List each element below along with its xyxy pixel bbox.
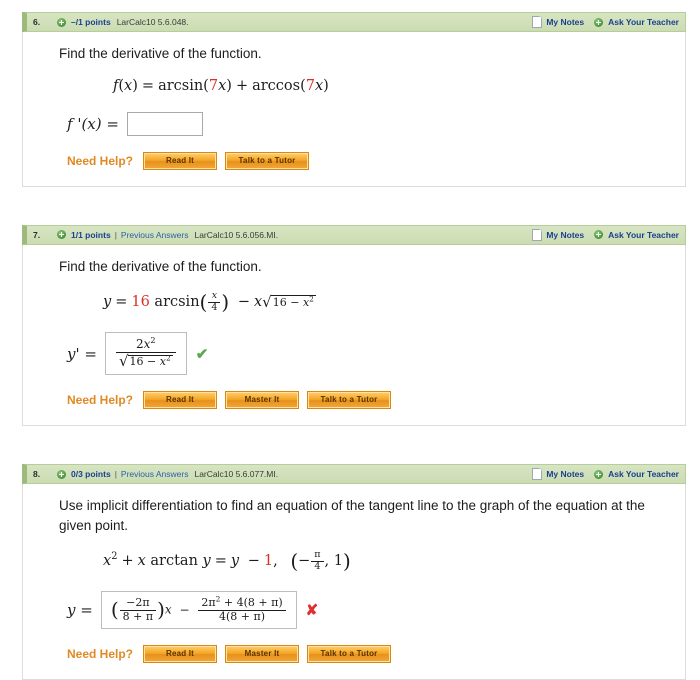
separator: | xyxy=(114,469,117,480)
given-point: (− π 4, 1) xyxy=(290,549,351,574)
circle-plus-icon[interactable] xyxy=(57,230,66,240)
problem-number: 6. xyxy=(33,17,41,27)
question-prompt: Find the derivative of the function. xyxy=(59,258,262,274)
answer-row-6: f '(x) = xyxy=(67,111,671,136)
master-it-button[interactable]: Master It xyxy=(225,645,300,664)
read-it-button[interactable]: Read It xyxy=(143,645,218,664)
question-prompt: Find the derivative of the function. xyxy=(59,46,262,61)
need-help-label: Need Help? xyxy=(67,393,134,408)
problem-8: 8. 0/3 points | Previous Answers LarCalc… xyxy=(22,464,686,680)
need-help-8: Need Help? Read It Master It Talk to a T… xyxy=(67,645,671,664)
question-id: LarCalc10 5.6.048. xyxy=(116,17,189,27)
previous-answers-link[interactable]: Previous Answers xyxy=(121,469,189,479)
circle-plus-icon[interactable] xyxy=(57,469,66,479)
talk-to-a-tutor-button[interactable]: Talk to a Tutor xyxy=(307,391,392,410)
problem-7: 7. 1/1 points | Previous Answers LarCalc… xyxy=(22,224,686,427)
my-notes-link[interactable]: My Notes xyxy=(546,17,584,27)
coefficient-value: 7 xyxy=(208,77,219,94)
problem-header-right-7: My Notes Ask Your Teacher xyxy=(532,228,679,241)
circle-plus-icon[interactable] xyxy=(57,17,66,27)
answer-expression: (−2π 8 + π)x − 2π2 + 4(8 + π) 4(8 + π) xyxy=(111,596,287,623)
problem-header-right-6: My Notes Ask Your Teacher xyxy=(532,16,679,28)
points-label: 0/3 points xyxy=(71,469,111,480)
problem-header-right-8: My Notes Ask Your Teacher xyxy=(532,468,679,481)
ask-your-teacher-link[interactable]: Ask Your Teacher xyxy=(608,17,679,27)
my-notes-link[interactable]: My Notes xyxy=(546,230,584,240)
ask-your-teacher-link[interactable]: Ask Your Teacher xyxy=(608,230,679,240)
problem-body-6: Find the derivative of the function. f(x… xyxy=(22,32,686,187)
problem-header-8: 8. 0/3 points | Previous Answers LarCalc… xyxy=(22,464,686,485)
points-label: –/1 points xyxy=(71,17,111,27)
question-prompt: Use implicit differentiation to find an … xyxy=(59,498,645,533)
separator: | xyxy=(114,229,117,240)
answer-input[interactable]: 2x2 √16 − x2 xyxy=(104,332,187,376)
problem-header-left-6: 6. –/1 points LarCalc10 5.6.048. xyxy=(27,17,532,27)
previous-answers-link[interactable]: Previous Answers xyxy=(121,230,189,240)
problem-header-6: 6. –/1 points LarCalc10 5.6.048. My Note… xyxy=(22,12,686,32)
problem-body-7: Find the derivative of the function. y = 1… xyxy=(22,244,686,427)
assignment-page: 6. –/1 points LarCalc10 5.6.048. My Note… xyxy=(0,0,700,680)
note-page-icon[interactable] xyxy=(532,228,543,241)
question-id: LarCalc10 5.6.056.MI. xyxy=(194,229,279,240)
answer-label: y' = xyxy=(67,344,97,363)
need-help-label: Need Help? xyxy=(67,647,134,662)
equation-display-6: f(x) = arcsin(7x) + arccos(7x) xyxy=(113,77,329,94)
incorrect-cross-icon: ✘ xyxy=(305,602,319,620)
read-it-button[interactable]: Read It xyxy=(143,391,218,410)
ask-your-teacher-link[interactable]: Ask Your Teacher xyxy=(608,469,679,479)
need-help-6: Need Help? Read It Talk to a Tutor xyxy=(67,151,671,170)
answer-input[interactable]: (−2π 8 + π)x − 2π2 + 4(8 + π) 4(8 + π) xyxy=(100,591,297,630)
coefficient-value: 16 xyxy=(131,294,150,311)
answer-label: f '(x) = xyxy=(67,114,119,133)
problem-body-8: Use implicit differentiation to find an … xyxy=(22,484,686,680)
need-help-7: Need Help? Read It Master It Talk to a T… xyxy=(67,391,671,410)
equation-display-7: y = 16 arcsin(x 4) − x√16 − x2 xyxy=(103,290,316,315)
problem-number: 7. xyxy=(33,229,41,240)
talk-to-a-tutor-button[interactable]: Talk to a Tutor xyxy=(307,645,392,664)
problem-6: 6. –/1 points LarCalc10 5.6.048. My Note… xyxy=(22,12,686,187)
problem-header-left-7: 7. 1/1 points | Previous Answers LarCalc… xyxy=(27,230,532,240)
question-id: LarCalc10 5.6.077.MI. xyxy=(194,469,279,480)
note-page-icon[interactable] xyxy=(532,468,543,481)
answer-row-7: y' = 2x2 √16 − x2 ✔ xyxy=(67,332,671,376)
answer-row-8: y = (−2π 8 + π)x − 2π2 + 4(8 + π) 4(8 + π)… xyxy=(67,591,671,630)
talk-to-a-tutor-button[interactable]: Talk to a Tutor xyxy=(225,151,310,170)
problem-header-7: 7. 1/1 points | Previous Answers LarCalc… xyxy=(22,224,686,245)
answer-label: y = xyxy=(67,601,93,620)
coefficient-value: 1 xyxy=(263,553,274,570)
problem-number: 8. xyxy=(33,469,41,480)
need-help-label: Need Help? xyxy=(67,153,134,168)
problem-header-left-8: 8. 0/3 points | Previous Answers LarCalc… xyxy=(27,469,532,479)
equation-display-8: x2 + x arctan y = y −1, (− π 4, 1) xyxy=(103,549,351,574)
circle-plus-icon[interactable] xyxy=(594,469,604,479)
correct-check-icon: ✔ xyxy=(195,345,209,363)
answer-input[interactable] xyxy=(126,111,203,136)
points-label: 1/1 points xyxy=(71,229,111,240)
note-page-icon[interactable] xyxy=(532,16,543,28)
read-it-button[interactable]: Read It xyxy=(143,151,218,170)
circle-plus-icon[interactable] xyxy=(594,230,604,240)
circle-plus-icon[interactable] xyxy=(594,17,604,27)
master-it-button[interactable]: Master It xyxy=(225,391,300,410)
my-notes-link[interactable]: My Notes xyxy=(546,469,584,479)
answer-expression: 2x2 √16 − x2 xyxy=(115,336,176,369)
